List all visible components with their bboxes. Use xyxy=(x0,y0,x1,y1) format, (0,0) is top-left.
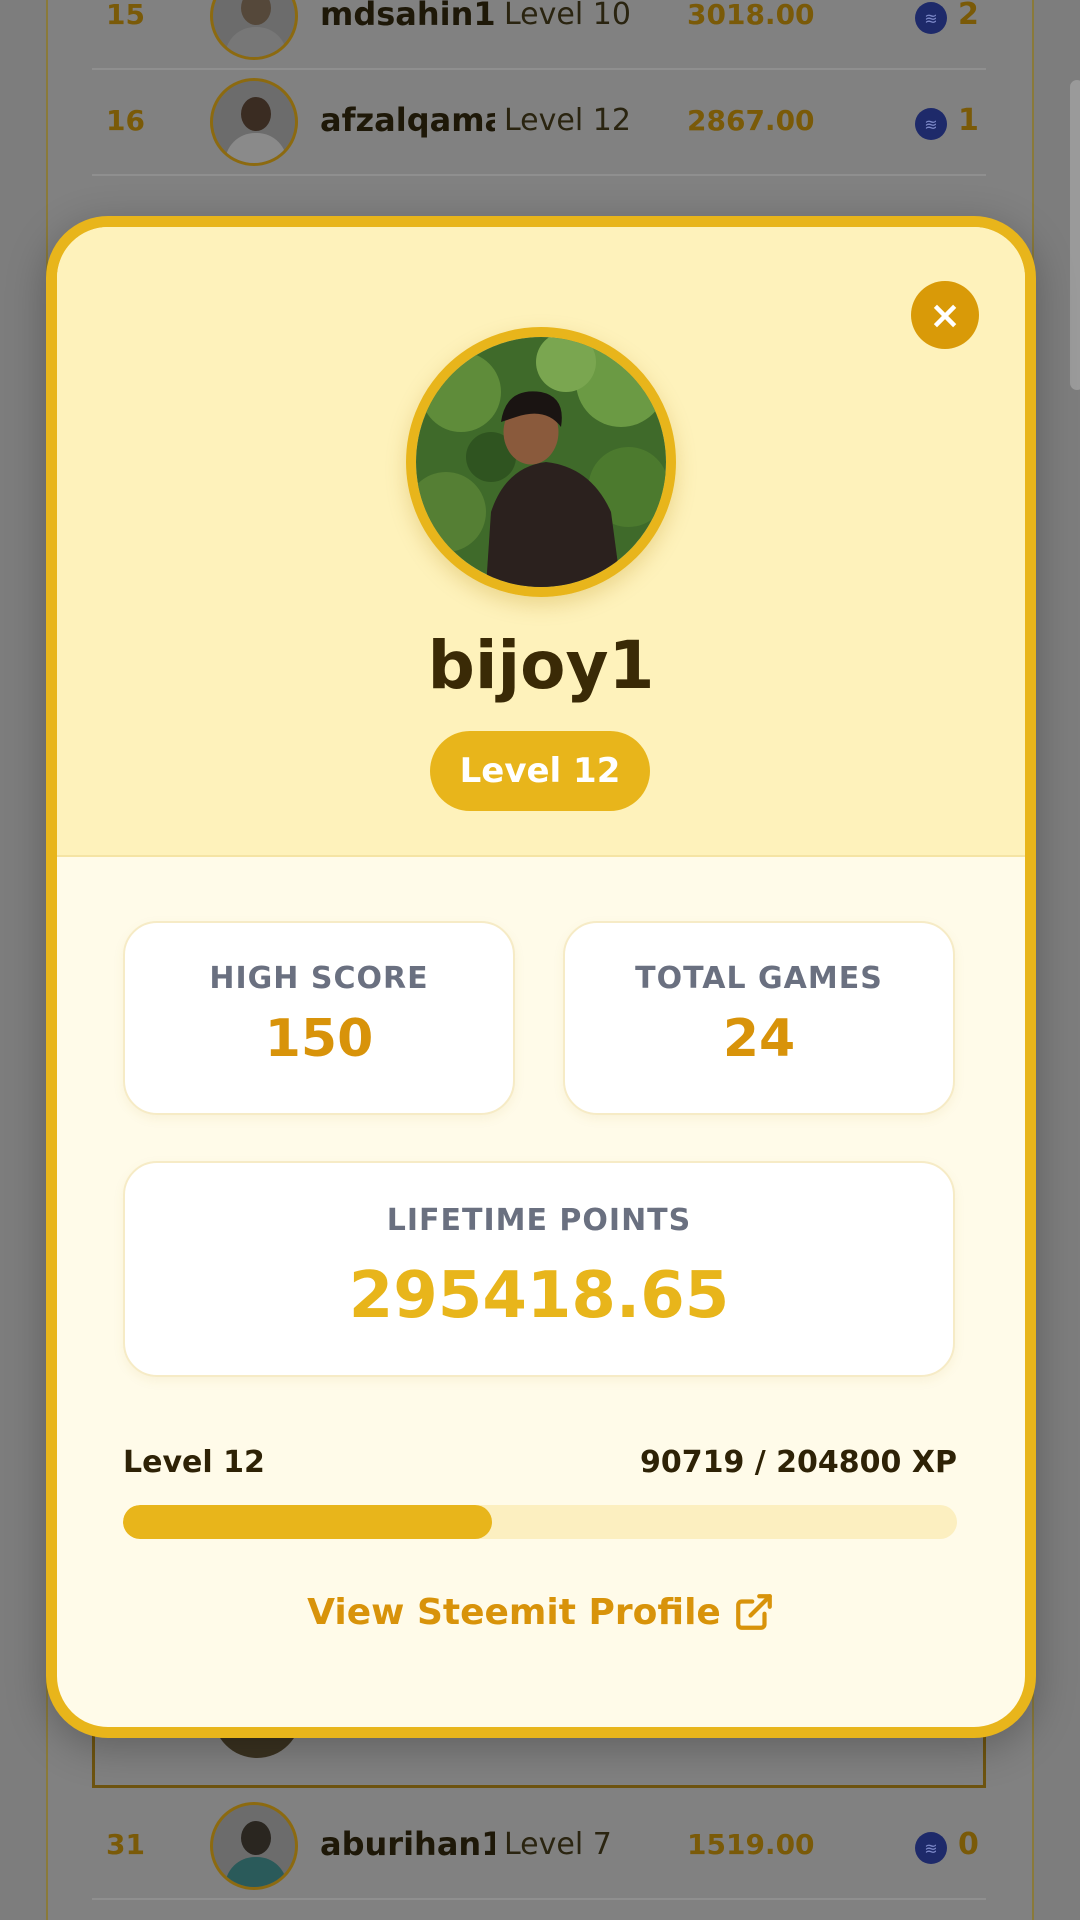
close-icon: × xyxy=(929,293,961,337)
close-button[interactable]: × xyxy=(911,281,979,349)
xp-progress-bar xyxy=(123,1505,957,1539)
xp-progress-fill xyxy=(123,1505,493,1539)
row-level: Level 10 xyxy=(504,0,631,32)
row-points: 3018.00 xyxy=(687,0,815,31)
view-steemit-profile-link[interactable]: View Steemit Profile xyxy=(57,1591,1025,1633)
avatar xyxy=(210,0,298,60)
total-games-card: TOTAL GAMES 24 xyxy=(563,921,955,1115)
steem-coin-icon: ≋ xyxy=(915,1832,947,1864)
total-games-label: TOTAL GAMES xyxy=(635,961,883,996)
leaderboard-row[interactable]: 31 aburihan1 Level 7 1519.00 ≋ 0 xyxy=(92,1790,986,1900)
xp-info: Level 12 90719 / 204800 XP xyxy=(123,1445,957,1485)
high-score-card: HIGH SCORE 150 xyxy=(123,921,515,1115)
steem-coin-icon: ≋ xyxy=(915,108,947,140)
external-link-icon xyxy=(735,1594,772,1630)
scrollbar[interactable] xyxy=(1070,80,1080,390)
row-count: 1 xyxy=(958,102,979,138)
row-count: 0 xyxy=(958,1826,979,1862)
avatar-photo xyxy=(416,337,666,587)
row-level: Level 7 xyxy=(504,1826,612,1862)
xp-progress-text: 90719 / 204800 XP xyxy=(639,1445,957,1480)
avatar xyxy=(210,1802,298,1890)
high-score-label: HIGH SCORE xyxy=(209,961,429,996)
steem-coin-icon: ≋ xyxy=(915,2,947,34)
avatar xyxy=(210,78,298,166)
row-rank: 31 xyxy=(106,1827,145,1861)
steemit-link-label: View Steemit Profile xyxy=(307,1591,721,1633)
level-badge: Level 12 xyxy=(430,731,650,811)
lifetime-points-value: 295418.65 xyxy=(348,1259,730,1333)
row-rank: 16 xyxy=(106,103,145,137)
profile-modal: × bijoy1 Level 12 HIGH SCORE 150 TOTAL G… xyxy=(46,216,1036,1738)
row-username: afzalqama xyxy=(320,101,495,139)
profile-username: bijoy1 xyxy=(427,627,655,704)
row-points: 2867.00 xyxy=(687,103,815,137)
lifetime-points-label: LIFETIME POINTS xyxy=(386,1203,692,1238)
row-rank: 15 xyxy=(106,0,145,31)
row-username: mdsahin111 xyxy=(320,0,495,33)
high-score-value: 150 xyxy=(264,1009,374,1069)
profile-avatar xyxy=(406,327,676,597)
leaderboard-row[interactable]: 16 afzalqama Level 12 2867.00 ≋ 1 xyxy=(92,66,986,176)
row-points: 1519.00 xyxy=(687,1827,815,1861)
row-username: aburihan1 xyxy=(320,1825,495,1863)
xp-level-label: Level 12 xyxy=(123,1445,265,1480)
leaderboard-row[interactable]: 15 mdsahin111 Level 10 3018.00 ≋ 2 xyxy=(92,0,986,70)
lifetime-points-card: LIFETIME POINTS 295418.65 xyxy=(123,1161,955,1377)
row-count: 2 xyxy=(958,0,979,32)
row-level: Level 12 xyxy=(504,102,631,138)
total-games-value: 24 xyxy=(722,1009,796,1069)
